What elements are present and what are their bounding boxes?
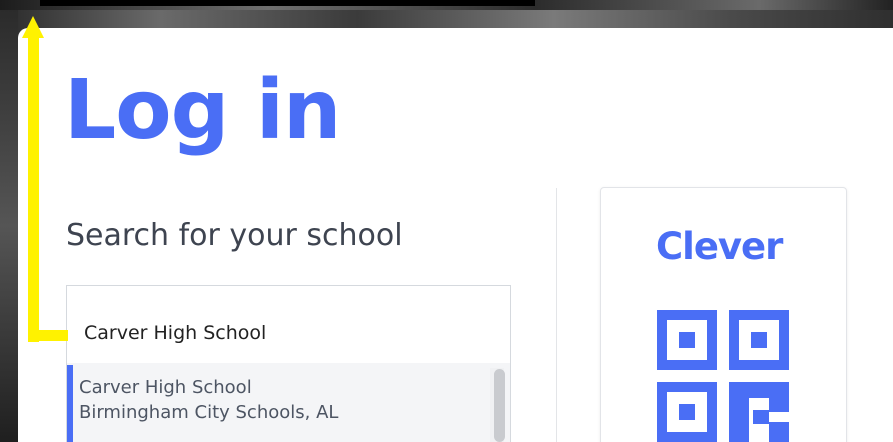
screenshot-stage: Log in Search for your school Carver Hig… bbox=[0, 0, 893, 442]
results-scrollbar-thumb[interactable] bbox=[494, 369, 505, 442]
school-search-input[interactable] bbox=[84, 318, 464, 348]
result-school-name: Carver High School bbox=[79, 377, 252, 398]
black-underline bbox=[40, 0, 535, 6]
search-results-list: Carver High School Birmingham City Schoo… bbox=[66, 363, 511, 442]
search-label: Search for your school bbox=[66, 218, 403, 253]
arrow-up-icon bbox=[22, 16, 68, 342]
result-selected-accent bbox=[67, 365, 73, 442]
result-district-name: Birmingham City Schools, AL bbox=[79, 402, 339, 423]
page-title: Log in bbox=[64, 63, 341, 158]
clever-logo: Clever bbox=[656, 225, 783, 268]
qr-code-icon[interactable] bbox=[657, 310, 789, 442]
search-result-item[interactable]: Carver High School Birmingham City Schoo… bbox=[67, 363, 492, 442]
vertical-divider bbox=[556, 188, 557, 442]
